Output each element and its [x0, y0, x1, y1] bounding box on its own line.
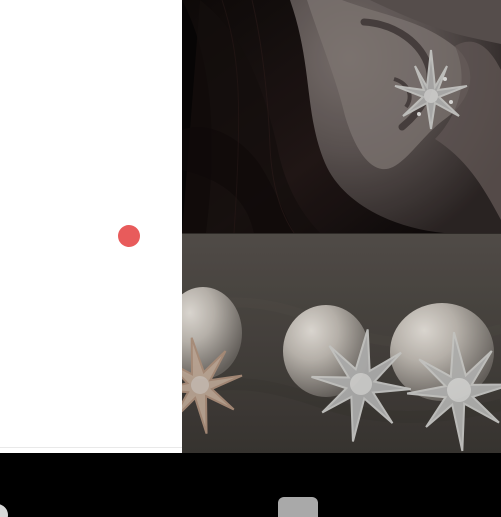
earring-on-ear-image-tile[interactable]: [182, 0, 501, 233]
left-panel: [0, 0, 182, 453]
panel-divider: [0, 447, 182, 448]
pearl-star-earrings-image-tile[interactable]: [182, 234, 501, 453]
app-screen: [0, 0, 501, 517]
system-navigation-bar: [0, 453, 501, 517]
earring-on-ear-photo: [182, 0, 501, 233]
red-dot-icon[interactable]: [118, 225, 140, 247]
home-nav-icon[interactable]: [278, 497, 318, 517]
pearl-star-earrings-photo: [182, 234, 501, 453]
